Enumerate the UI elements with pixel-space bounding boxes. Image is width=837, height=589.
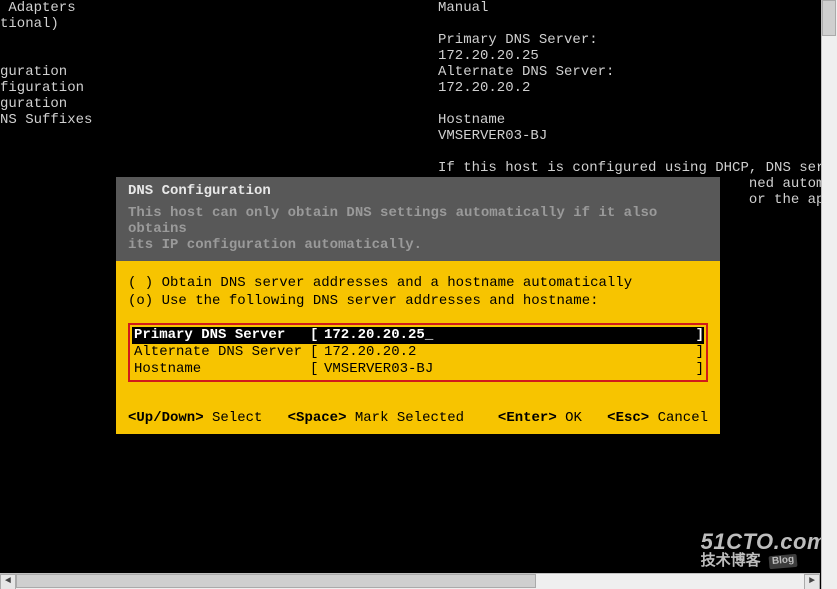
alternate-dns-label: Alternate DNS Server bbox=[132, 344, 310, 361]
scroll-left-arrow-icon[interactable]: ◄ bbox=[0, 574, 16, 589]
bracket-open: [ bbox=[310, 361, 324, 378]
radio-label: Use the following DNS server addresses a… bbox=[162, 293, 599, 309]
radio-mark: ( ) bbox=[128, 275, 153, 291]
dialog-body: ( ) Obtain DNS server addresses and a ho… bbox=[116, 261, 720, 434]
bracket-close: ] bbox=[690, 327, 704, 344]
hostname-input[interactable]: VMSERVER03-BJ bbox=[324, 361, 690, 378]
primary-dns-row[interactable]: Primary DNS Server [ 172.20.20.25_ ] bbox=[132, 327, 704, 344]
dialog-title: DNS Configuration bbox=[128, 183, 708, 199]
scroll-track[interactable] bbox=[16, 574, 804, 589]
dialog-footer: <Up/Down> Select <Space> Mark Selected <… bbox=[128, 410, 708, 426]
background-left-menu: Adapters tional) guration figuration gur… bbox=[0, 0, 92, 128]
hint-updown: <Up/Down> Select bbox=[128, 410, 262, 426]
dialog-description: This host can only obtain DNS settings a… bbox=[128, 205, 708, 253]
primary-dns-input[interactable]: 172.20.20.25_ bbox=[324, 327, 690, 344]
vertical-scrollbar[interactable] bbox=[821, 0, 837, 589]
alternate-dns-row[interactable]: Alternate DNS Server [ 172.20.20.2 ] bbox=[132, 344, 704, 361]
scroll-right-arrow-icon[interactable]: ► bbox=[804, 574, 820, 589]
horizontal-scrollbar[interactable]: ◄ ► bbox=[0, 573, 820, 589]
watermark-badge: Blog bbox=[768, 554, 797, 569]
radio-label: Obtain DNS server addresses and a hostna… bbox=[162, 275, 632, 291]
ok-button[interactable]: <Enter> OK bbox=[498, 410, 582, 426]
bracket-close: ] bbox=[690, 361, 704, 378]
watermark-line2: 技术博客 Blog bbox=[701, 553, 827, 569]
alternate-dns-input[interactable]: 172.20.20.2 bbox=[324, 344, 690, 361]
dialog-header: DNS Configuration This host can only obt… bbox=[116, 177, 720, 261]
primary-dns-label: Primary DNS Server bbox=[132, 327, 310, 344]
bracket-open: [ bbox=[310, 344, 324, 361]
bracket-close: ] bbox=[690, 344, 704, 361]
cancel-button[interactable]: <Esc> Cancel bbox=[607, 410, 708, 426]
hint-space: <Space> Mark Selected bbox=[288, 410, 464, 426]
watermark-line1: 51CTO.com bbox=[701, 530, 827, 553]
bracket-open: [ bbox=[310, 327, 324, 344]
watermark: 51CTO.com 技术博客 Blog bbox=[701, 530, 827, 569]
dns-fields-group: Primary DNS Server [ 172.20.20.25_ ] Alt… bbox=[128, 323, 708, 382]
radio-dns-manual[interactable]: (o) Use the following DNS server address… bbox=[128, 293, 708, 309]
vscroll-thumb[interactable] bbox=[822, 0, 836, 36]
scroll-thumb[interactable] bbox=[16, 574, 536, 588]
hostname-label: Hostname bbox=[132, 361, 310, 378]
dns-config-dialog: DNS Configuration This host can only obt… bbox=[116, 177, 720, 434]
radio-mark: (o) bbox=[128, 293, 153, 309]
radio-dns-auto[interactable]: ( ) Obtain DNS server addresses and a ho… bbox=[128, 275, 708, 291]
esxi-console-screen: Adapters tional) guration figuration gur… bbox=[0, 0, 837, 589]
hostname-row[interactable]: Hostname [ VMSERVER03-BJ ] bbox=[132, 361, 704, 378]
